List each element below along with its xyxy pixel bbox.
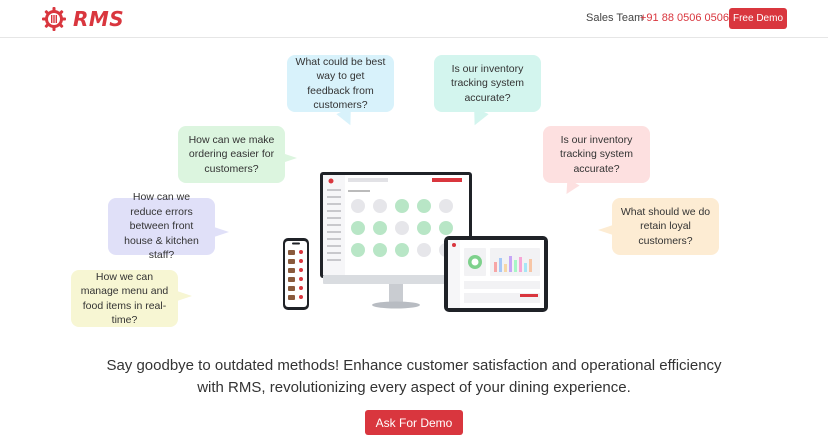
question-bubble-errors: How can we reduce errors between front h… (108, 191, 229, 261)
bubble-tail (279, 152, 297, 164)
logo-gear-icon (42, 7, 66, 31)
tablet (444, 236, 548, 312)
bubble-text: What could be best way to get feedback f… (295, 55, 386, 112)
ask-for-demo-button[interactable]: Ask For Demo (365, 410, 463, 435)
logo[interactable]: RMS (41, 6, 124, 32)
bubble-text: Is our inventory tracking system accurat… (560, 133, 633, 175)
bubble-tail (467, 107, 489, 129)
sales-phone-link[interactable]: +91 88 0506 0506 (640, 12, 729, 24)
question-bubble-inventory-2: Is our inventory tracking system accurat… (543, 126, 650, 198)
bubble-tail (560, 178, 580, 198)
question-bubble-menu: How we can manage menu and food items in… (71, 270, 192, 327)
monitor-stand (372, 284, 420, 309)
bubble-text: How can we reduce errors between front h… (124, 191, 199, 262)
question-bubble-feedback: What could be best way to get feedback f… (287, 55, 394, 129)
logo-text: RMS (73, 7, 125, 31)
site-header: RMS Sales Team +91 88 0506 0506 Free Dem… (0, 0, 828, 38)
question-bubble-inventory: Is our inventory tracking system accurat… (434, 55, 541, 129)
bubble-tail (211, 226, 229, 238)
sales-team-label: Sales Team (586, 12, 644, 24)
phone (283, 238, 309, 310)
devices-illustration (283, 172, 548, 312)
bubble-text: Is our inventory tracking system accurat… (451, 62, 524, 104)
bubble-text: How can we make ordering easier for cust… (188, 133, 275, 175)
question-bubble-ordering: How can we make ordering easier for cust… (178, 126, 297, 183)
bubble-tail (174, 290, 192, 302)
question-bubble-loyalty: What should we do retain loyal customers… (598, 198, 719, 255)
free-demo-button[interactable]: Free Demo (729, 8, 787, 29)
hero-tagline: Say goodbye to outdated methods! Enhance… (106, 357, 722, 396)
bubble-text: What should we do retain loyal customers… (620, 205, 711, 247)
bubble-tail (598, 224, 616, 236)
bubble-text: How we can manage menu and food items in… (80, 270, 169, 327)
